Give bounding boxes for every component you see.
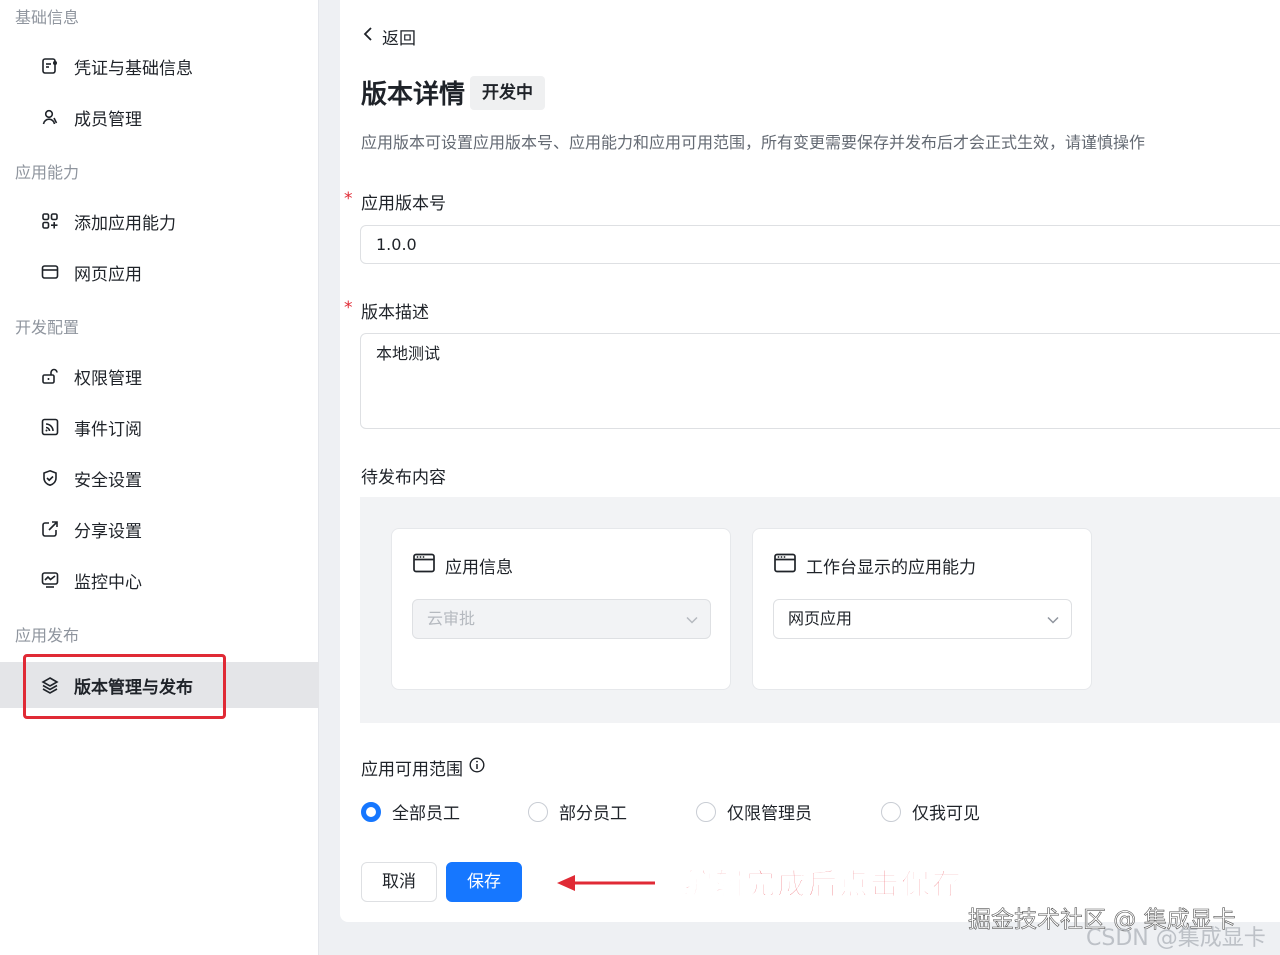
shield-icon bbox=[40, 468, 60, 488]
window-icon bbox=[413, 553, 435, 578]
group-title-publish: 应用发布 bbox=[15, 626, 80, 645]
select-value: 网页应用 bbox=[788, 609, 853, 628]
pending-content-area: 应用信息 云审批 工作台显示的应用能力 网页应用 bbox=[360, 497, 1280, 723]
sidebar-item-credentials[interactable]: 凭证与基础信息 bbox=[0, 43, 319, 89]
group-title-dev-config: 开发配置 bbox=[15, 318, 80, 337]
radio-label: 仅限管理员 bbox=[727, 804, 812, 824]
sidebar-item-label: 安全设置 bbox=[74, 470, 142, 491]
group-title-basic: 基础信息 bbox=[15, 8, 80, 27]
required-mark: * bbox=[344, 298, 353, 318]
app-info-card: 应用信息 云审批 bbox=[391, 528, 731, 690]
info-icon[interactable] bbox=[469, 757, 485, 778]
chevron-left-icon bbox=[362, 26, 374, 47]
radio-all-employees[interactable]: 全部员工 bbox=[361, 799, 460, 824]
card-title: 工作台显示的应用能力 bbox=[806, 558, 976, 578]
radio-dot bbox=[881, 801, 901, 822]
sidebar-item-label: 网页应用 bbox=[74, 264, 142, 285]
workbench-capability-card: 工作台显示的应用能力 网页应用 bbox=[752, 528, 1092, 690]
web-app-icon bbox=[40, 262, 60, 282]
lock-icon bbox=[40, 366, 60, 386]
sidebar-item-label: 添加应用能力 bbox=[74, 213, 176, 234]
card-header: 应用信息 bbox=[413, 553, 513, 578]
annotation-text: 编辑完成后点击保存 bbox=[683, 867, 964, 902]
sidebar-item-label: 监控中心 bbox=[74, 572, 142, 593]
sidebar-item-permissions[interactable]: 权限管理 bbox=[0, 353, 319, 399]
sidebar-item-add-capability[interactable]: 添加应用能力 bbox=[0, 198, 319, 244]
annotation-arrow bbox=[557, 875, 655, 891]
page-title: 版本详情 bbox=[361, 80, 466, 110]
version-description-textarea[interactable]: 本地测试 bbox=[360, 333, 1280, 429]
chevron-down-icon bbox=[1047, 600, 1059, 638]
select-value: 云审批 bbox=[427, 609, 476, 628]
radio-label: 仅我可见 bbox=[912, 804, 980, 824]
save-button[interactable]: 保存 bbox=[446, 862, 522, 902]
radio-dot bbox=[361, 801, 381, 822]
radio-some-employees[interactable]: 部分员工 bbox=[528, 799, 627, 824]
add-capability-icon bbox=[40, 211, 60, 231]
page-description: 应用版本可设置应用版本号、应用能力和应用可用范围，所有变更需要保存并发布后才会正… bbox=[361, 133, 1146, 152]
version-number-label: 应用版本号 bbox=[361, 194, 446, 214]
chevron-down-icon bbox=[686, 600, 698, 638]
radio-admins-only[interactable]: 仅限管理员 bbox=[696, 799, 812, 824]
sidebar-item-members[interactable]: 成员管理 bbox=[0, 94, 319, 140]
sidebar-item-label: 分享设置 bbox=[74, 521, 142, 542]
sidebar: 基础信息 凭证与基础信息 成员管理 应用能力 添加应用能力 网页应用 开发配置 … bbox=[0, 0, 319, 955]
radio-dot bbox=[528, 801, 548, 822]
version-number-input[interactable]: 1.0.0 bbox=[360, 225, 1280, 264]
workbench-capability-select[interactable]: 网页应用 bbox=[773, 599, 1072, 639]
sidebar-item-label: 凭证与基础信息 bbox=[74, 58, 193, 79]
required-mark: * bbox=[344, 189, 353, 209]
watermark-csdn: CSDN @集成显卡 bbox=[1086, 926, 1266, 951]
radio-label: 部分员工 bbox=[559, 804, 627, 824]
version-detail-panel: 返回 版本详情 开发中 应用版本可设置应用版本号、应用能力和应用可用范围，所有变… bbox=[340, 0, 1280, 922]
pending-content-label: 待发布内容 bbox=[361, 468, 446, 488]
version-description-label: 版本描述 bbox=[361, 303, 429, 323]
sidebar-item-events[interactable]: 事件订阅 bbox=[0, 404, 319, 450]
sidebar-item-label: 成员管理 bbox=[74, 109, 142, 130]
radio-dot bbox=[696, 801, 716, 822]
sidebar-item-security[interactable]: 安全设置 bbox=[0, 455, 319, 501]
radio-only-me[interactable]: 仅我可见 bbox=[881, 799, 980, 824]
sidebar-item-version-publish[interactable]: 版本管理与发布 bbox=[0, 662, 319, 708]
layers-icon bbox=[40, 675, 60, 695]
radio-label: 全部员工 bbox=[392, 804, 460, 824]
app-info-select[interactable]: 云审批 bbox=[412, 599, 711, 639]
sidebar-item-share[interactable]: 分享设置 bbox=[0, 506, 319, 552]
back-label: 返回 bbox=[382, 29, 416, 49]
status-badge: 开发中 bbox=[470, 76, 545, 110]
scope-label-text: 应用可用范围 bbox=[361, 760, 463, 780]
card-header: 工作台显示的应用能力 bbox=[774, 553, 976, 578]
sidebar-item-monitor[interactable]: 监控中心 bbox=[0, 557, 319, 603]
sidebar-item-label: 版本管理与发布 bbox=[74, 677, 193, 698]
window-icon bbox=[774, 553, 796, 578]
cancel-button[interactable]: 取消 bbox=[361, 862, 437, 902]
credential-icon bbox=[40, 56, 60, 76]
member-icon bbox=[40, 107, 60, 127]
share-icon bbox=[40, 519, 60, 539]
card-title: 应用信息 bbox=[445, 558, 513, 578]
availability-scope-label: 应用可用范围 bbox=[361, 755, 485, 780]
monitor-icon bbox=[40, 570, 60, 590]
back-link[interactable]: 返回 bbox=[362, 24, 416, 49]
group-title-capability: 应用能力 bbox=[15, 163, 80, 182]
sidebar-item-web-app[interactable]: 网页应用 bbox=[0, 249, 319, 295]
sidebar-item-label: 事件订阅 bbox=[74, 419, 142, 440]
rss-icon bbox=[40, 417, 60, 437]
sidebar-item-label: 权限管理 bbox=[74, 368, 142, 389]
